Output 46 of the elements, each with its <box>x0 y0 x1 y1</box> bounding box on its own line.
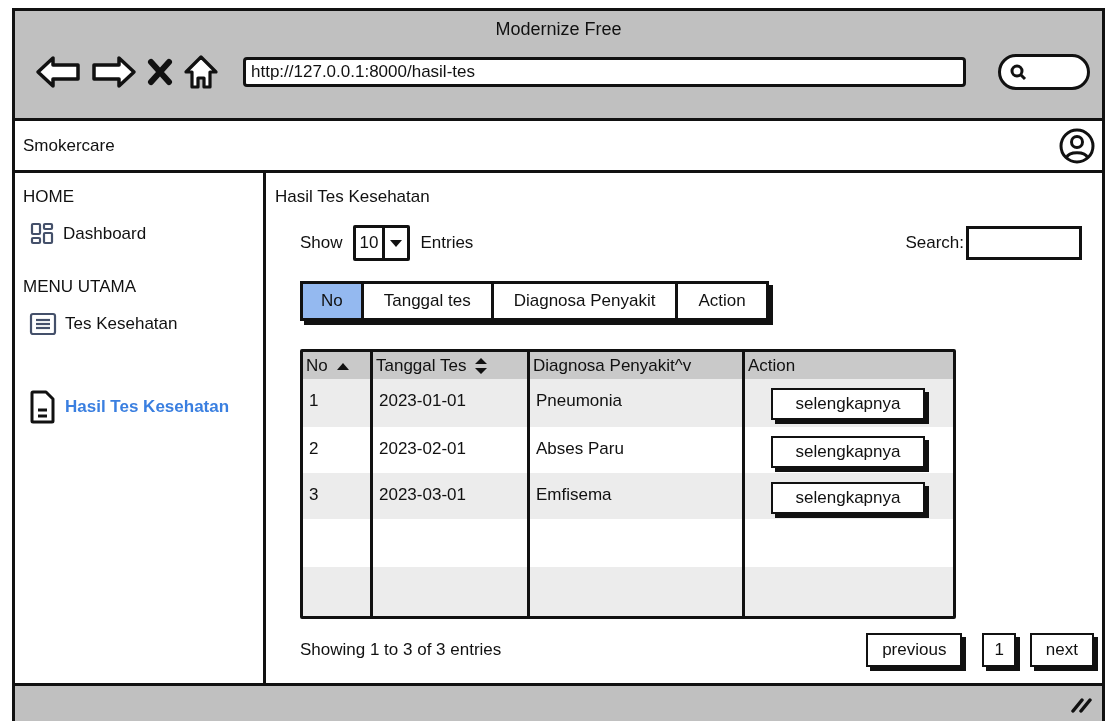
brand-name: Smokercare <box>23 135 115 156</box>
close-icon[interactable] <box>147 58 173 86</box>
column-header: Diagnosa Penyakit^v <box>533 355 692 376</box>
sidebar-heading: HOME <box>23 187 75 207</box>
user-avatar-icon[interactable] <box>1058 126 1096 165</box>
sidebar-item-label: Tes Kesehatan <box>65 314 178 334</box>
column-header: Tanggal Tes <box>376 355 467 376</box>
entries-label: Entries <box>420 233 474 253</box>
sidebar-item-label: Hasil Tes Kesehatan <box>65 397 230 417</box>
dashboard-icon <box>29 221 55 247</box>
page-title: Hasil Tes Kesehatan <box>275 187 431 207</box>
show-label: Show <box>300 233 343 253</box>
entries-dropdown[interactable]: 10 <box>352 225 411 261</box>
dropdown-caret-icon <box>390 239 403 247</box>
table-cell: 2 <box>309 439 319 459</box>
document-icon <box>29 389 57 425</box>
search-icon <box>1009 63 1027 81</box>
column-header: No <box>306 355 328 376</box>
sidebar-item[interactable]: Tes Kesehatan <box>23 311 263 337</box>
entries-info: Showing 1 to 3 of 3 entries <box>300 640 502 660</box>
search-field[interactable] <box>998 54 1090 90</box>
sort-up-icon <box>335 361 350 370</box>
back-arrow-icon[interactable] <box>35 55 81 89</box>
table-cell: 1 <box>309 391 319 411</box>
table-cell: Emfisema <box>536 485 612 505</box>
table-cell: 2023-02-01 <box>379 439 466 459</box>
table-cell: 2023-01-01 <box>379 391 466 411</box>
search-input[interactable] <box>966 226 1082 260</box>
sidebar-item-label: Dashboard <box>63 224 147 244</box>
sidebar-item[interactable]: Dashboard <box>23 221 263 247</box>
list-icon <box>29 311 57 337</box>
home-icon[interactable] <box>183 54 219 90</box>
sidebar-heading: MENU UTAMA <box>23 277 137 297</box>
sort-icon <box>474 356 489 375</box>
column-tab[interactable]: No <box>303 284 361 318</box>
forward-arrow-icon[interactable] <box>91 55 137 89</box>
window-title: Modernize Free <box>495 19 622 40</box>
table-cell: Pneumonia <box>536 391 622 411</box>
column-header: Action <box>748 355 796 376</box>
table-cell: Abses Paru <box>536 439 624 459</box>
search-label: Search: <box>905 233 964 253</box>
sidebar-item[interactable]: Hasil Tes Kesehatan <box>23 389 263 425</box>
resize-grip-icon[interactable] <box>1070 696 1092 714</box>
table-cell: 2023-03-01 <box>379 485 466 505</box>
address-field[interactable]: http://127.0.0.1:8000/hasil-tes <box>243 57 966 87</box>
table-cell: 3 <box>309 485 319 505</box>
